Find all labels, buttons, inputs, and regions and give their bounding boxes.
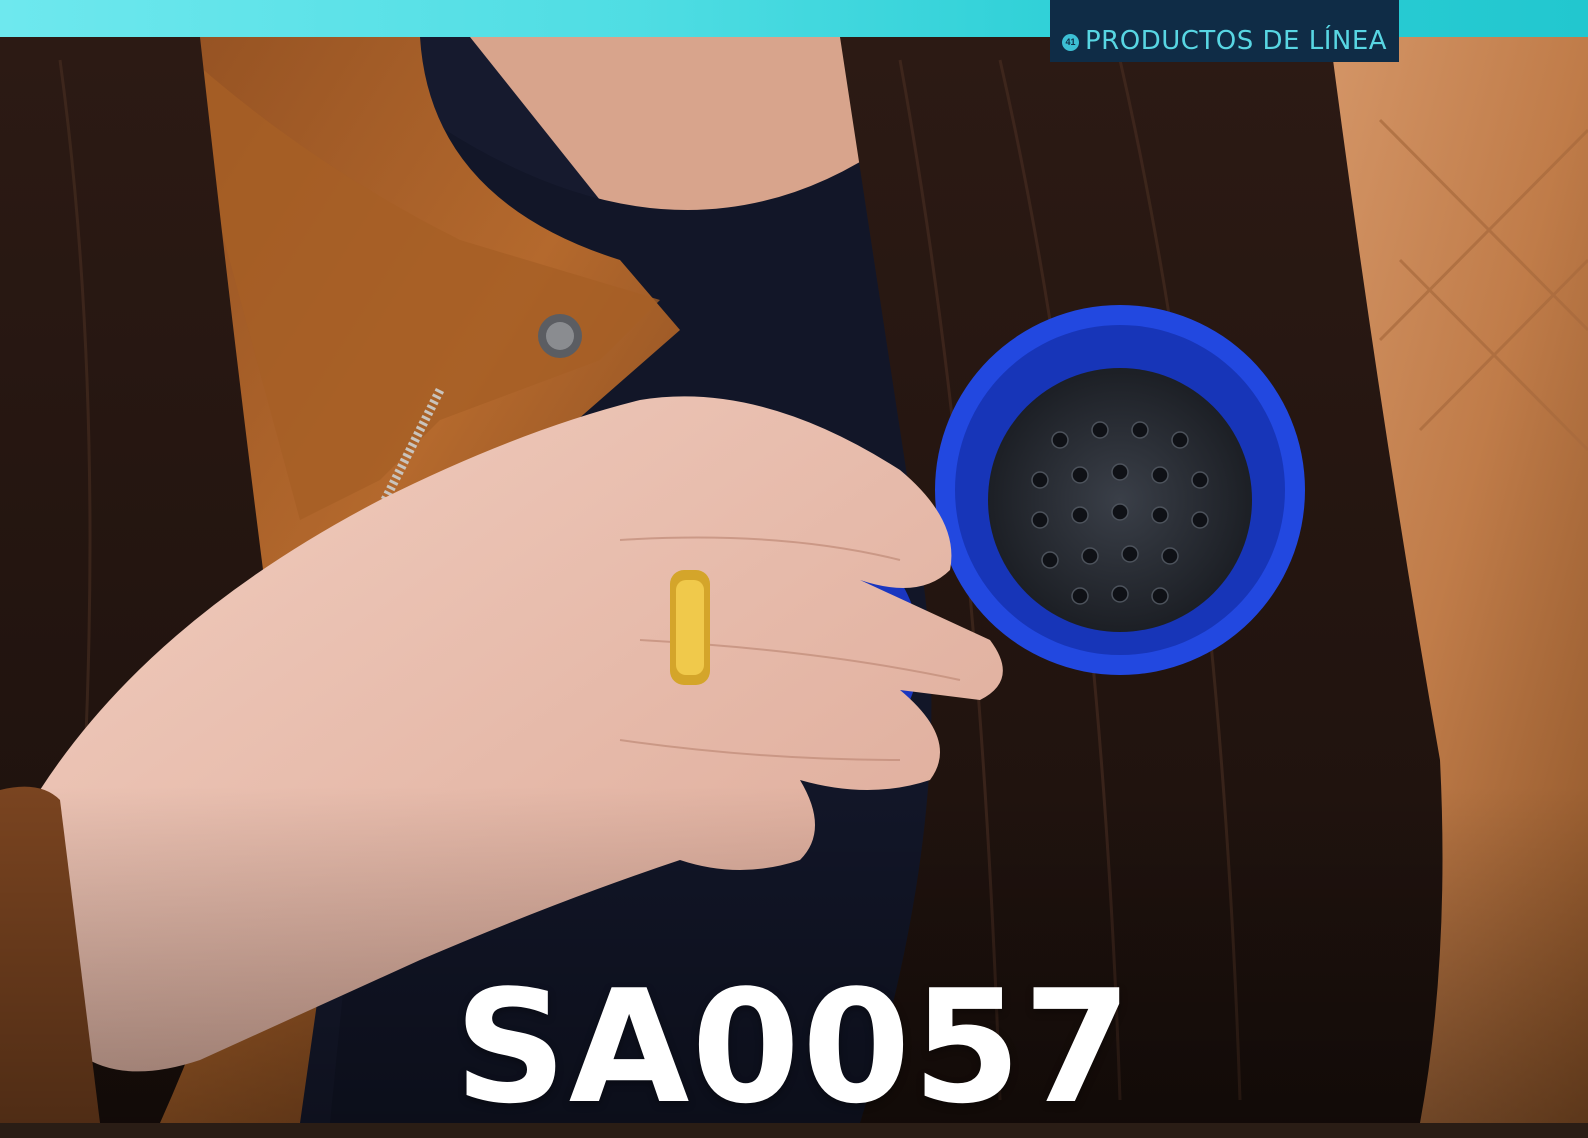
- product-photo: [0, 0, 1588, 1123]
- circle-number-icon: 41: [1062, 34, 1079, 51]
- section-tab: 41 PRODUCTOS DE LÍNEA: [1050, 0, 1399, 62]
- product-code: SA0057: [454, 956, 1134, 1138]
- section-label: PRODUCTOS DE LÍNEA: [1085, 26, 1388, 56]
